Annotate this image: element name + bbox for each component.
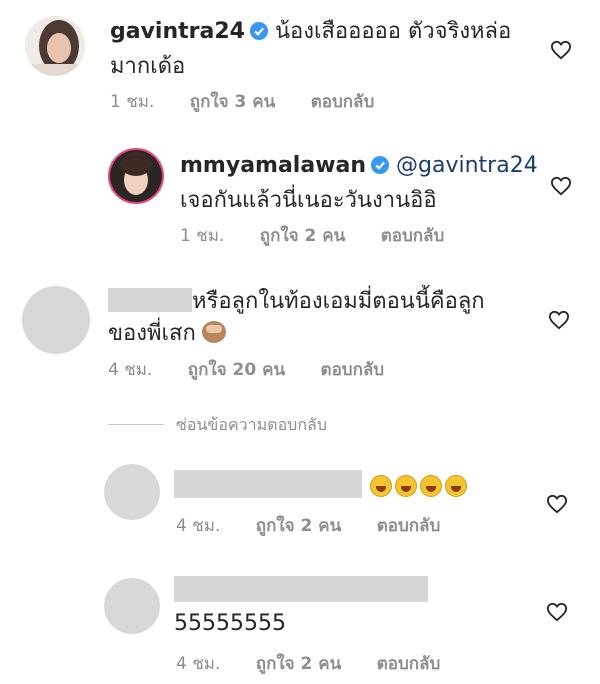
likes-count-link[interactable]: ถูกใจ 2 คน (256, 654, 342, 674)
laughing-emoji-icon (395, 475, 417, 497)
avatar[interactable] (104, 578, 160, 634)
laughing-emoji-icon (370, 475, 392, 497)
avatar[interactable] (108, 148, 164, 204)
verified-badge-icon (249, 19, 269, 51)
hide-replies-divider (108, 424, 164, 425)
likes-count-link[interactable]: ถูกใจ 3 คน (190, 92, 276, 112)
likes-count-link[interactable]: ถูกใจ 20 คน (188, 360, 285, 380)
comment-time: 4 ชม. (108, 360, 153, 380)
comment-text-continued: มากเด้อ (110, 54, 186, 79)
likes-count-link[interactable]: ถูกใจ 2 คน (256, 516, 342, 536)
laughing-emoji-icon (445, 475, 467, 497)
comment-time: 4 ชม. (176, 654, 221, 674)
laughing-emoji-icon (420, 475, 442, 497)
avatar[interactable] (104, 464, 160, 520)
comment-time: 4 ชม. (176, 516, 221, 536)
comment-text-continued: ของพี่เสก (108, 321, 196, 346)
avatar[interactable] (22, 286, 90, 354)
redacted-username (108, 288, 192, 312)
heart-outline-icon[interactable] (546, 494, 568, 514)
avatar[interactable] (25, 16, 85, 76)
comment-text: น้องเสือออออ ตัวจริงหล่อ (274, 19, 512, 44)
reply-button[interactable]: ตอบกลับ (321, 360, 385, 380)
reply-button[interactable]: ตอบกลับ (377, 516, 441, 536)
comment-username[interactable]: mmyamalawan (180, 153, 366, 178)
comment-username[interactable]: gavintra24 (110, 19, 245, 44)
heart-outline-icon[interactable] (546, 602, 568, 622)
comment-time: 1 ชม. (180, 226, 225, 246)
likes-count-link[interactable]: ถูกใจ 2 คน (260, 226, 346, 246)
comment-text: เจอกันแล้วนี่เนอะวันงานอิอิ (180, 188, 437, 213)
see-no-evil-monkey-emoji-icon (201, 321, 226, 343)
heart-outline-icon[interactable] (550, 176, 572, 196)
mention-link[interactable]: @gavintra24 (396, 153, 538, 178)
reply-button[interactable]: ตอบกลับ (377, 654, 441, 674)
reply-button[interactable]: ตอบกลับ (381, 226, 445, 246)
comment-time: 1 ชม. (110, 92, 155, 112)
verified-badge-icon (370, 153, 390, 185)
hide-replies-button[interactable]: ซ่อนข้อความตอบกลับ (176, 413, 327, 438)
redacted-username (174, 576, 428, 602)
comment-text: หรือลูกในท้องเอมมี่ตอนนี้คือลูก (192, 289, 485, 314)
heart-outline-icon[interactable] (548, 310, 570, 330)
reply-button[interactable]: ตอบกลับ (311, 92, 375, 112)
heart-outline-icon[interactable] (550, 40, 572, 60)
comment-text: 55555555 (174, 611, 286, 636)
redacted-username (174, 470, 362, 498)
